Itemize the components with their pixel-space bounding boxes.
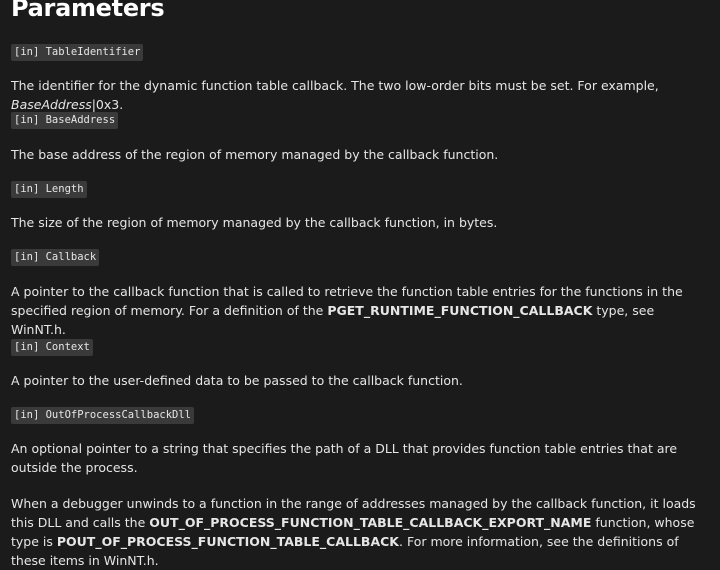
param-label-outofprocesscallbackdll: [in] OutOfProcessCallbackDll (11, 407, 195, 424)
param-desc-baseaddress: The base address of the region of memory… (11, 147, 499, 162)
parameters-heading: Parameters (11, 0, 165, 22)
param-desc-tableidentifier: The identifier for the dynamic function … (11, 76, 701, 114)
desc-type-name: PGET_RUNTIME_FUNCTION_CALLBACK (327, 303, 593, 318)
desc-text: |0x3. (91, 97, 124, 112)
param-desc-context: A pointer to the user-defined data to be… (11, 373, 463, 388)
param-note-outofprocesscallbackdll: When a debugger unwinds to a function in… (11, 494, 701, 570)
param-label-tableidentifier: [in] TableIdentifier (11, 44, 144, 61)
param-label-callback: [in] Callback (11, 249, 100, 266)
param-desc-outofprocesscallbackdll: An optional pointer to a string that spe… (11, 441, 678, 475)
desc-text: The identifier for the dynamic function … (11, 78, 659, 93)
param-desc-callback: A pointer to the callback function that … (11, 282, 701, 339)
param-label-length: [in] Length (11, 181, 87, 198)
param-label-baseaddress: [in] BaseAddress (11, 112, 119, 129)
desc-emphasis: BaseAddress (11, 97, 92, 112)
param-label-context: [in] Context (11, 339, 93, 356)
note-export-name: OUT_OF_PROCESS_FUNCTION_TABLE_CALLBACK_E… (149, 515, 592, 530)
param-desc-length: The size of the region of memory managed… (11, 215, 498, 230)
note-type-name: POUT_OF_PROCESS_FUNCTION_TABLE_CALLBACK (56, 534, 399, 549)
